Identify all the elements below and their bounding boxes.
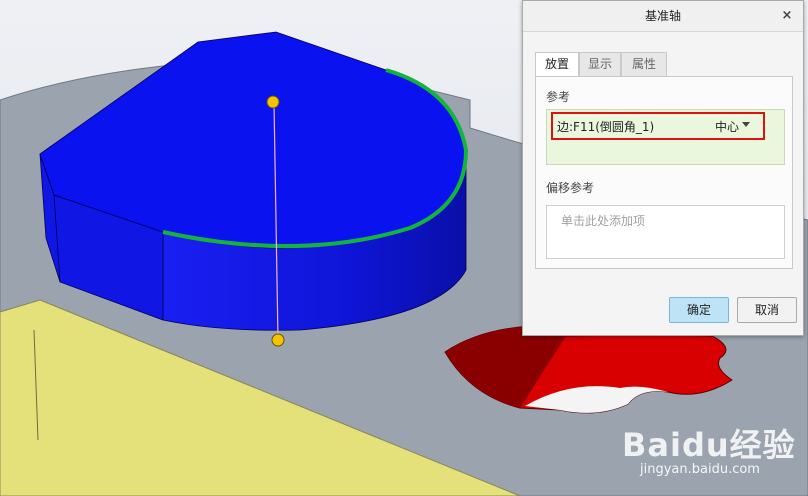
placement-panel: 参考 边:F11(倒圆角_1) 中心 偏移参考 单击此处添加项: [535, 76, 793, 269]
dialog-titlebar[interactable]: 基准轴 ×: [523, 1, 803, 32]
tab-display[interactable]: 显示: [579, 52, 621, 76]
dialog-title: 基准轴: [644, 9, 681, 23]
close-icon[interactable]: ×: [779, 7, 795, 25]
dropdown-caret-icon[interactable]: [742, 122, 750, 127]
watermark: Baidu经验 jingyan.baidu.com: [612, 420, 802, 486]
cancel-button[interactable]: 取消: [737, 297, 797, 323]
offset-references-placeholder: 单击此处添加项: [561, 214, 646, 228]
reference-item-text: 边:F11(倒圆角_1): [557, 120, 655, 134]
watermark-url: jingyan.baidu.com: [640, 462, 760, 477]
references-label: 参考: [546, 90, 571, 104]
offset-references-label: 偏移参考: [546, 181, 595, 195]
tab-placement[interactable]: 放置: [535, 52, 579, 77]
reference-constraint-select[interactable]: 中心: [715, 118, 739, 135]
ok-button[interactable]: 确定: [669, 297, 729, 323]
axis-point-top[interactable]: [266, 95, 280, 109]
reference-item[interactable]: 边:F11(倒圆角_1) 中心: [551, 112, 765, 140]
tab-properties[interactable]: 属性: [621, 52, 667, 76]
references-collector[interactable]: 边:F11(倒圆角_1) 中心: [546, 109, 785, 165]
watermark-brand: Baidu经验: [622, 426, 796, 464]
offset-references-collector[interactable]: 单击此处添加项: [546, 205, 785, 259]
axis-point-bottom[interactable]: [271, 333, 285, 347]
datum-axis-dialog: 基准轴 × 放置 显示 属性 参考 边:F11(倒圆角_1) 中心 偏移参考 单…: [522, 0, 804, 336]
